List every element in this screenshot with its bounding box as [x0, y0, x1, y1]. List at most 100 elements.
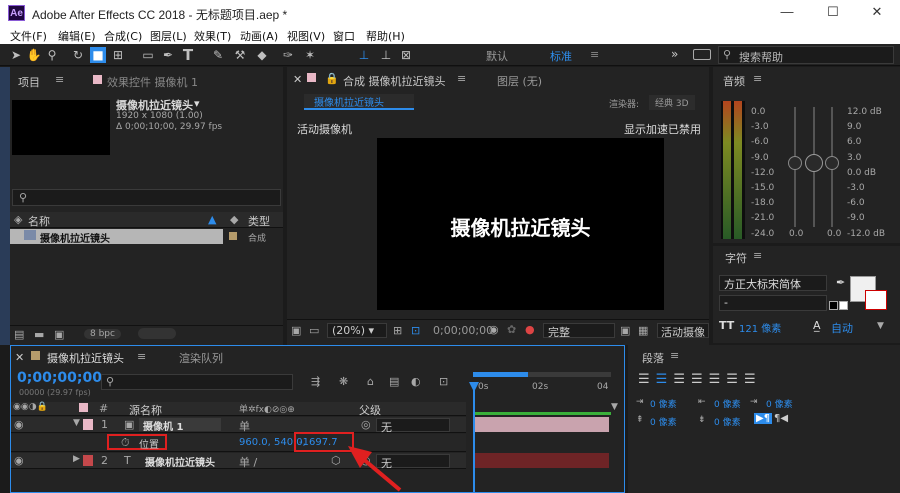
align-left-icon[interactable]: ☰ — [638, 372, 656, 387]
menu-effect[interactable]: 效果(T) — [194, 28, 231, 44]
comp-viewer-canvas[interactable]: 摄像机拉近镜头 — [377, 138, 664, 310]
tab-audio[interactable]: 音频 — [723, 73, 745, 89]
comp-subtab[interactable]: 摄像机拉近镜头 — [304, 94, 414, 110]
justify-center-icon[interactable]: ☰ — [709, 372, 727, 387]
space-before-value[interactable]: 0 像素 — [650, 415, 677, 428]
tab-render-queue[interactable]: 渲染队列 — [179, 350, 223, 366]
eyedropper-icon[interactable]: ✒ — [836, 276, 845, 289]
more-workspaces-icon[interactable]: » — [671, 47, 678, 61]
graph-editor-icon[interactable]: ⊡ — [439, 375, 448, 388]
grid-icon[interactable]: ⊡ — [411, 324, 420, 337]
ltr-direction-button[interactable]: ▶¶ — [754, 413, 773, 424]
motion-blur-icon[interactable]: ◐ — [411, 375, 421, 388]
renderer-value[interactable]: 经典 3D — [649, 95, 695, 110]
show-snapshot-icon[interactable]: ✿ — [507, 323, 516, 336]
rotate-tool-icon[interactable]: ↻ — [70, 47, 86, 63]
new-folder-icon[interactable]: ▬ — [34, 328, 44, 341]
tab-effect-controls[interactable]: 效果控件 摄像机 1 — [107, 74, 198, 90]
playhead[interactable] — [473, 382, 475, 492]
tab-character[interactable]: 字符 — [725, 250, 747, 266]
font-family-dropdown[interactable]: 方正大标宋简体 — [719, 275, 827, 291]
view-dropdown[interactable]: 活动摄像 — [657, 323, 709, 338]
rtl-direction-button[interactable]: ¶◀ — [774, 413, 788, 424]
safe-zones-icon[interactable]: ⊞ — [393, 324, 402, 337]
shy-switch-icon[interactable]: 单 / — [239, 454, 257, 470]
menu-help[interactable]: 帮助(H) — [366, 28, 405, 44]
always-preview-icon[interactable]: ▣ — [291, 324, 301, 337]
panel-menu-icon[interactable]: ≡ — [55, 73, 64, 86]
col-type[interactable]: 类型 — [248, 213, 270, 229]
channel-icon[interactable]: ● — [525, 323, 535, 336]
help-search-box[interactable]: ⚲ 搜索帮助 — [718, 46, 894, 64]
tab-timeline[interactable]: 摄像机拉近镜头 — [47, 350, 124, 366]
trash-button[interactable] — [138, 328, 176, 339]
menu-edit[interactable]: 编辑(E) — [58, 28, 96, 44]
snapshot-icon[interactable]: ◉ — [489, 323, 499, 336]
layer-1-name[interactable]: 摄像机 1 — [139, 418, 221, 433]
panel-menu-icon[interactable]: ≡ — [670, 349, 679, 362]
project-row[interactable]: 摄像机拉近镜头 — [10, 229, 223, 245]
col-name[interactable]: 名称 — [28, 213, 50, 229]
work-area-range[interactable] — [473, 372, 528, 377]
menu-animation[interactable]: 动画(A) — [240, 28, 278, 44]
type-tool-icon[interactable]: T — [180, 47, 196, 63]
sort-icon[interactable]: ▲ — [208, 213, 216, 226]
comp-flowchart-icon[interactable]: ⇶ — [311, 375, 320, 388]
justify-left-icon[interactable]: ☰ — [691, 372, 709, 387]
workspace-default[interactable]: 默认 — [486, 48, 508, 64]
col-source-name[interactable]: 源名称 — [129, 402, 162, 418]
stopwatch-icon[interactable]: ⏱ — [121, 436, 130, 450]
roto-brush-tool-icon[interactable]: ✑ — [280, 47, 296, 63]
panel-menu-icon[interactable]: ≡ — [753, 249, 762, 262]
font-style-dropdown[interactable]: - — [719, 295, 827, 311]
tab-composition[interactable]: 合成 摄像机拉近镜头 — [343, 73, 446, 89]
zoom-dropdown[interactable]: (20%) ▾ — [327, 323, 387, 338]
shy-layers-icon[interactable]: ⌂ — [367, 375, 374, 388]
new-comp-icon[interactable]: ▣ — [54, 328, 64, 341]
pan-behind-tool-icon[interactable]: ⊞ — [110, 47, 126, 63]
brush-tool-icon[interactable]: ✎ — [210, 47, 226, 63]
pickwhip-icon[interactable]: ◎ — [361, 418, 371, 431]
project-search[interactable]: ⚲ — [12, 189, 281, 206]
axis-local-icon[interactable]: ⊥ — [356, 47, 372, 63]
comp-button-icon[interactable]: ▼ — [611, 402, 618, 412]
zoom-tool-icon[interactable]: ⚲ — [44, 47, 60, 63]
leading-value[interactable]: 自动 — [831, 320, 853, 336]
resolution-dropdown[interactable]: 完整 — [543, 323, 615, 339]
roi-icon[interactable]: ▣ — [620, 324, 630, 337]
left-volume-slider[interactable] — [788, 156, 802, 170]
menu-composition[interactable]: 合成(C) — [104, 28, 142, 44]
layer-1-duration-bar[interactable] — [475, 417, 609, 432]
transparency-grid-icon[interactable]: ▦ — [638, 324, 648, 337]
maximize-button[interactable]: ☐ — [818, 4, 848, 20]
axis-view-icon[interactable]: ⊠ — [398, 47, 414, 63]
selection-tool-icon[interactable]: ➤ — [8, 47, 24, 63]
axis-world-icon[interactable]: ⊥ — [378, 47, 394, 63]
draft-3d-icon[interactable]: ❋ — [339, 375, 348, 388]
panel-menu-icon[interactable]: ≡ — [457, 72, 466, 85]
font-size-value[interactable]: 121 像素 — [739, 320, 781, 335]
pen-tool-icon[interactable]: ✒ — [160, 47, 176, 63]
shy-switch-icon[interactable]: 单 — [239, 418, 250, 434]
monitor-icon[interactable]: ▭ — [309, 324, 319, 337]
align-right-icon[interactable]: ☰ — [673, 372, 691, 387]
lock-icon[interactable]: 🔒 — [325, 72, 339, 85]
align-center-icon[interactable]: ☰ — [656, 372, 674, 387]
layer-search[interactable]: ⚲ — [101, 374, 293, 390]
eraser-tool-icon[interactable]: ◆ — [254, 47, 270, 63]
layer-row-1[interactable]: ◉ ▼ 1 ▣ 摄像机 1 单 ◎ 无 — [11, 417, 466, 434]
tab-project[interactable]: 项目 — [18, 74, 40, 90]
menu-window[interactable]: 窗口 — [333, 28, 355, 44]
right-volume-slider[interactable] — [825, 156, 839, 170]
justify-right-icon[interactable]: ☰ — [726, 372, 744, 387]
stroke-color-swatch[interactable] — [865, 290, 887, 310]
indent-right-value[interactable]: 0 像素 — [714, 397, 741, 410]
viewer-timecode[interactable]: 0;00;00;00 — [433, 324, 493, 337]
timeline-timecode[interactable]: 0;00;00;00 — [17, 370, 102, 386]
expand-arrow-icon[interactable]: ▼ — [73, 418, 80, 428]
workspace-standard[interactable]: 标准 — [550, 48, 572, 64]
panel-menu-icon[interactable]: ≡ — [137, 350, 146, 363]
bpc-button[interactable]: 8 bpc — [84, 329, 121, 339]
alignment-buttons[interactable]: ☰☰☰☰☰☰☰ — [638, 372, 762, 387]
puppet-tool-icon[interactable]: ✶ — [302, 47, 318, 63]
